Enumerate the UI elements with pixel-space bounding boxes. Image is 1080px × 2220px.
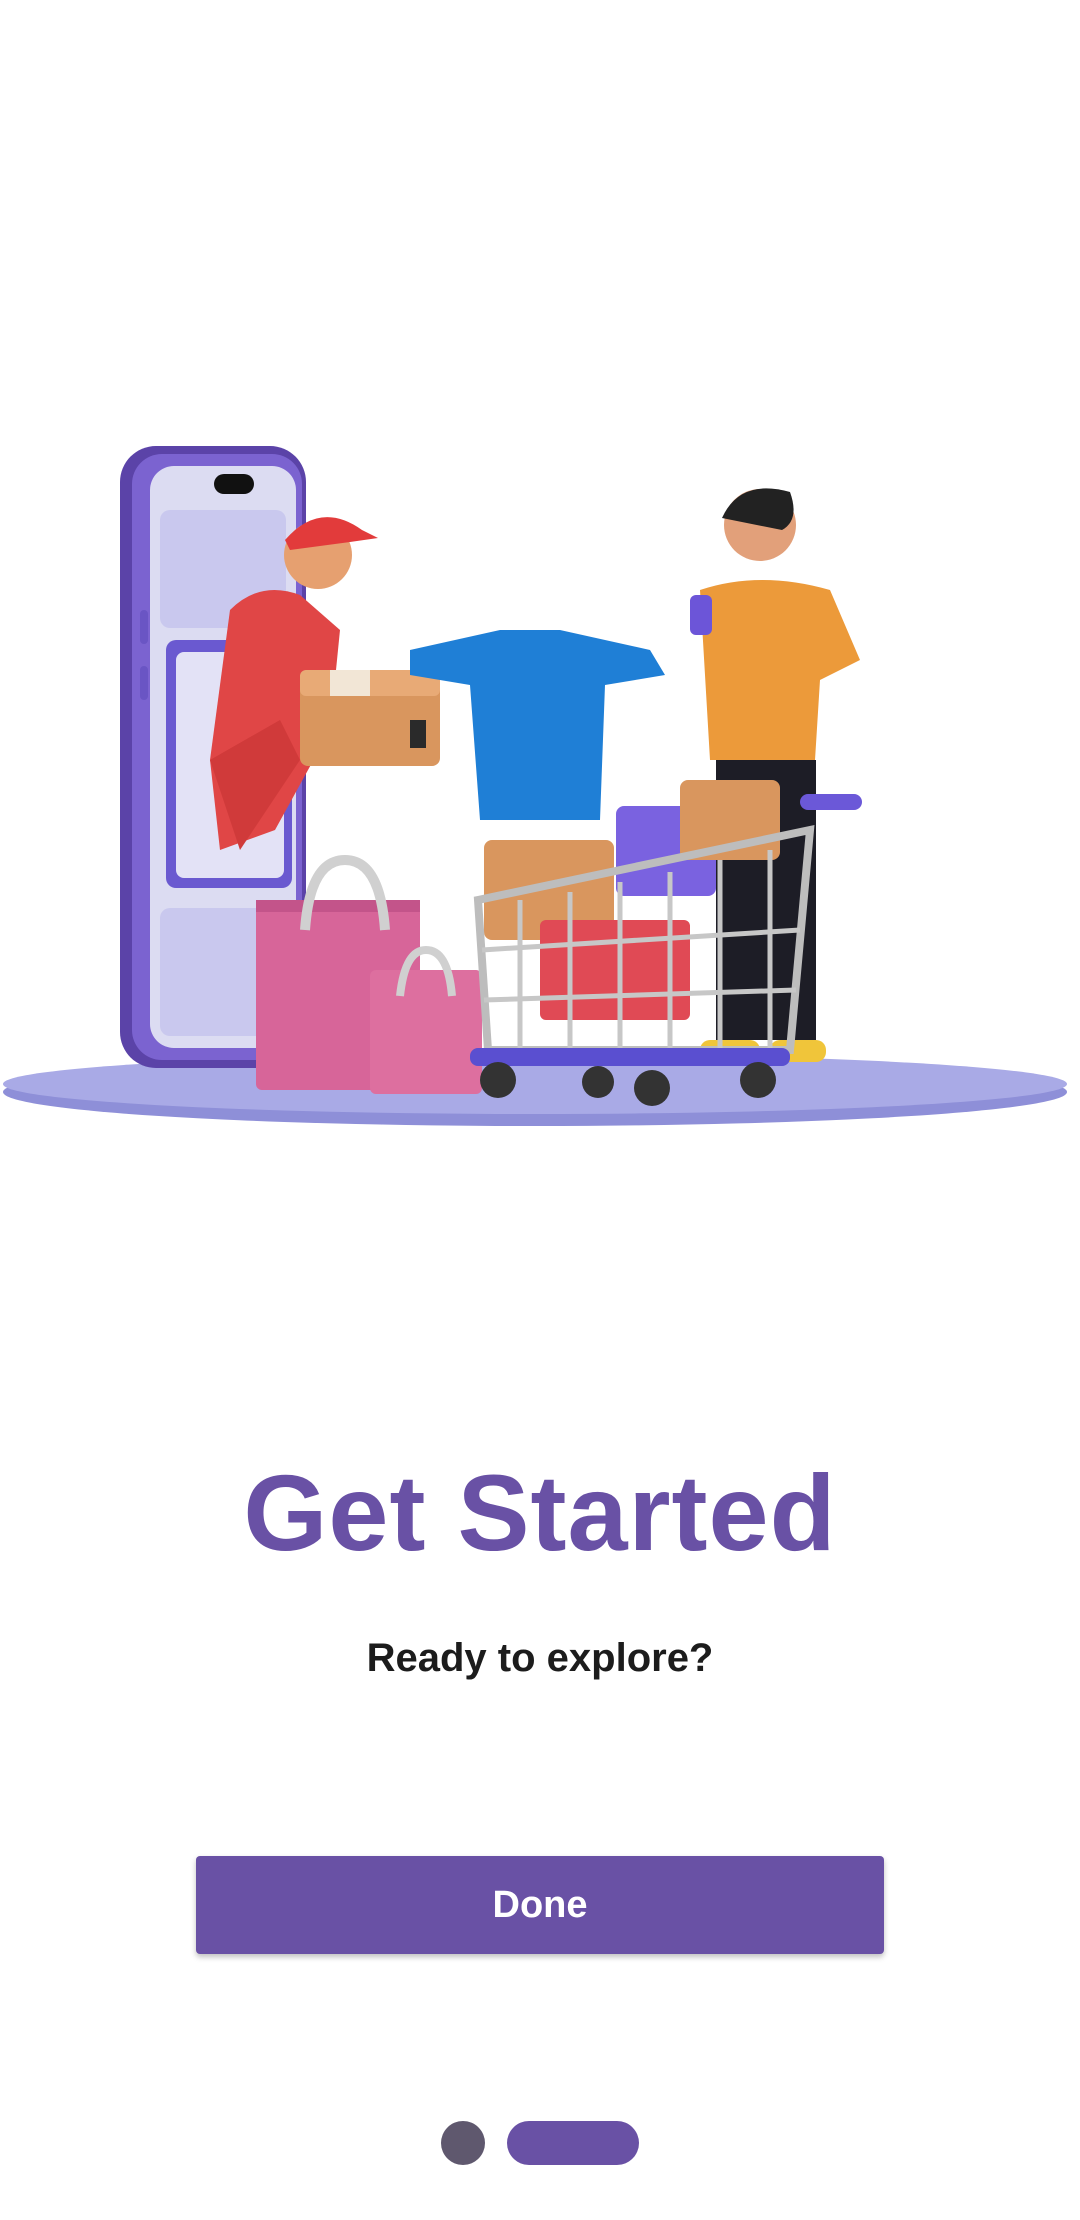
page-subtitle: Ready to explore? (366, 1636, 714, 1680)
page-indicator (0, 2120, 1080, 2166)
page-indicator-dot-2-active[interactable] (507, 2121, 639, 2165)
shopper-shape (690, 488, 860, 1062)
onboarding-screen: Get Started Ready to explore? Done (0, 0, 1080, 2220)
online-shopping-illustration (3, 446, 1067, 1126)
t-shirt-shape (410, 630, 665, 820)
done-button[interactable]: Done (196, 1856, 884, 1954)
page-indicator-dot-1[interactable] (441, 2121, 485, 2165)
page-title: Get Started (243, 1452, 837, 1573)
